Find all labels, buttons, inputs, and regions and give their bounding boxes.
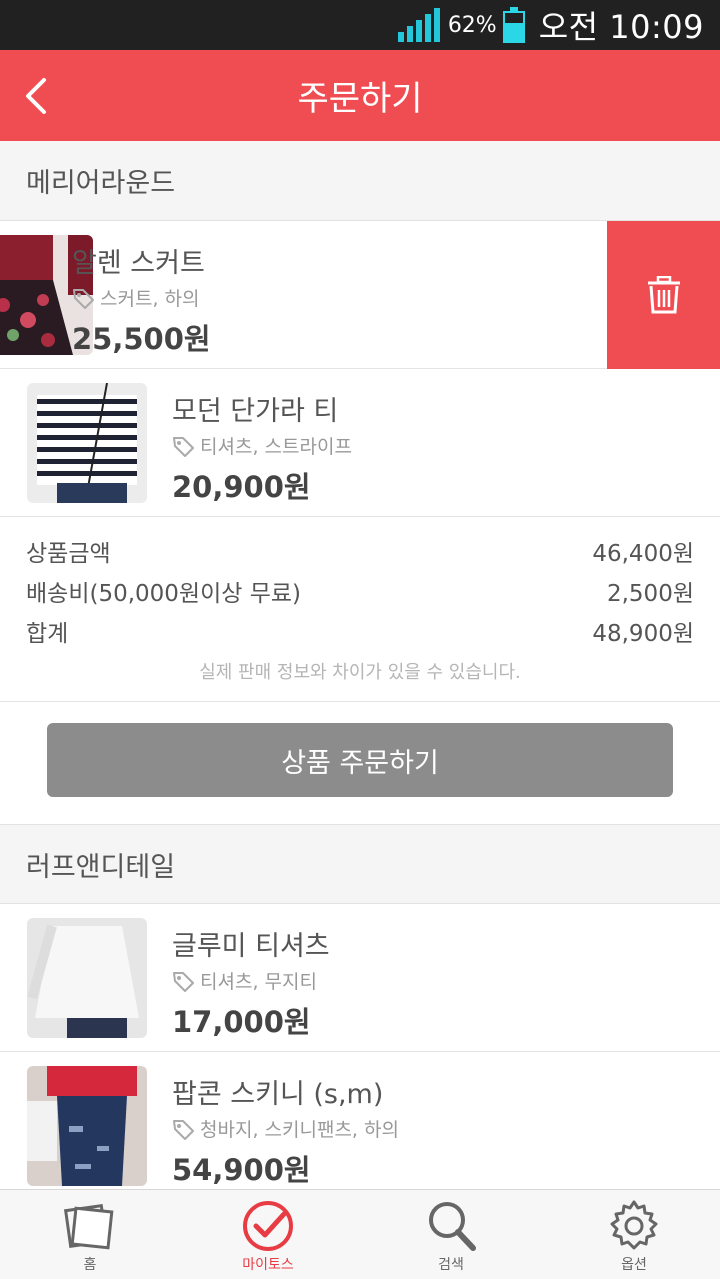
- tag-icon: [173, 436, 194, 457]
- product-row[interactable]: 모던 단가라 티 티셔츠, 스트라이프 20,900원: [0, 369, 720, 517]
- product-name: 모던 단가라 티: [172, 396, 339, 427]
- app-header: 주문하기: [0, 50, 720, 141]
- product-name: 알렌 스커트: [72, 248, 205, 279]
- order-section: 상품 주문하기: [0, 702, 720, 824]
- chevron-left-icon[interactable]: [20, 76, 60, 116]
- price-notice: 실제 판매 정보와 차이가 있을 수 있습니다.: [199, 662, 521, 683]
- search-icon: [429, 1202, 476, 1251]
- product-price: 17,000원: [172, 1005, 311, 1039]
- summary-total: 합계 48,900원: [26, 614, 694, 648]
- tag-icon: [173, 971, 194, 992]
- product-tags-text: 티셔츠, 무지티: [200, 971, 317, 993]
- gear-icon: [610, 1200, 658, 1250]
- product-image: [27, 1066, 147, 1186]
- product-tags: 청바지, 스키니팬츠, 하의: [172, 1115, 399, 1142]
- product-tags-text: 스커트, 하의: [100, 288, 200, 310]
- tag-icon: [73, 288, 94, 309]
- summary-subtotal: 상품금액 46,400원: [26, 534, 694, 568]
- product-price: 20,900원: [172, 470, 311, 504]
- product-tags: 티셔츠, 스트라이프: [172, 432, 352, 459]
- shop-name: 메리어라운드: [0, 141, 720, 221]
- summary-label: 배송비(50,000원이상 무료): [26, 581, 302, 607]
- summary-value: 2,500원: [606, 581, 694, 607]
- product-tags: 스커트, 하의: [72, 284, 199, 311]
- product-row[interactable]: 팝콘 스키니 (s,m) 청바지, 스키니팬츠, 하의 54,900원: [0, 1052, 720, 1200]
- tag-icon: [173, 1119, 194, 1140]
- order-button[interactable]: 상품 주문하기: [47, 723, 673, 797]
- summary-value: 46,400원: [592, 541, 694, 567]
- summary-value: 48,900원: [592, 621, 694, 647]
- status-bar: 62% 오전 10:09: [0, 0, 720, 50]
- product-image: [27, 918, 147, 1038]
- check-circle-icon: [243, 1201, 293, 1251]
- price-summary: 상품금액 46,400원 배송비(50,000원이상 무료) 2,500원 합계…: [0, 516, 720, 702]
- product-name: 글루미 티셔츠: [172, 931, 330, 962]
- nav-label: 검색: [438, 1257, 464, 1273]
- shop-name: 러프앤디테일: [0, 824, 720, 904]
- product-price: 54,900원: [172, 1153, 311, 1187]
- product-name: 팝콘 스키니 (s,m): [172, 1079, 384, 1110]
- summary-shipping: 배송비(50,000원이상 무료) 2,500원: [26, 574, 694, 608]
- home-stack-icon: [63, 1203, 114, 1250]
- product-row[interactable]: 글루미 티셔츠 티셔츠, 무지티 17,000원: [0, 904, 720, 1052]
- trash-icon: [647, 276, 680, 314]
- product-tags-text: 청바지, 스키니팬츠, 하의: [200, 1119, 399, 1141]
- signal-icon: [397, 8, 440, 42]
- product-price: 25,500원: [72, 322, 211, 356]
- battery-icon: [502, 7, 525, 43]
- summary-label: 합계: [26, 621, 69, 647]
- clock: 오전 10:09: [538, 8, 704, 46]
- product-image: [27, 383, 147, 503]
- nav-options[interactable]: 옵션: [544, 1190, 720, 1279]
- nav-label: 옵션: [621, 1257, 647, 1273]
- page-title: 주문하기: [297, 79, 423, 119]
- nav-mytos[interactable]: 마이토스: [178, 1190, 358, 1279]
- nav-label: 홈: [83, 1257, 97, 1273]
- battery-percent: 62%: [447, 12, 497, 38]
- delete-button[interactable]: [607, 221, 720, 369]
- summary-label: 상품금액: [26, 541, 111, 567]
- product-tags-text: 티셔츠, 스트라이프: [200, 436, 352, 458]
- nav-home[interactable]: 홈: [0, 1190, 180, 1279]
- order-page: 62% 오전 10:09 주문하기 메리어라운드 알렌 스커트 스커트, 하의 …: [0, 0, 720, 1279]
- bottom-navigation: 홈 마이토스 검색 옵션: [0, 1189, 720, 1279]
- product-row[interactable]: 알렌 스커트 스커트, 하의 25,500원: [0, 221, 720, 369]
- product-tags: 티셔츠, 무지티: [172, 967, 317, 994]
- nav-label: 마이토스: [242, 1257, 294, 1273]
- nav-search[interactable]: 검색: [361, 1190, 541, 1279]
